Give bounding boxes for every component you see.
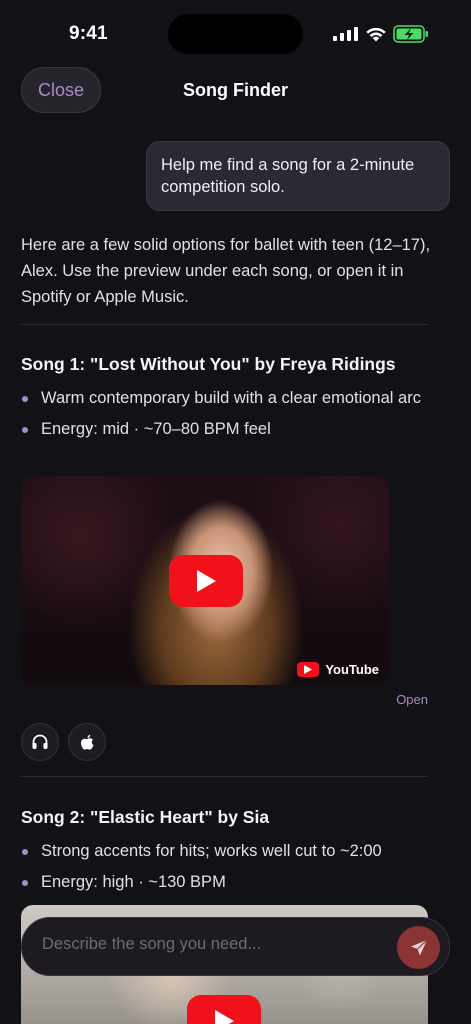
- user-message-bubble: Help me find a song for a 2-minute compe…: [146, 141, 450, 211]
- song-description-input[interactable]: [42, 935, 402, 954]
- send-icon: [410, 939, 427, 955]
- assistant-intro-text: Here are a few solid options for ballet …: [21, 236, 431, 306]
- song-2-details: Strong accents for hits; works well cut …: [21, 839, 421, 901]
- youtube-badge: YouTube: [297, 662, 379, 677]
- status-bar: 9:41: [0, 0, 471, 64]
- youtube-label: YouTube: [325, 662, 379, 677]
- dynamic-island: [168, 14, 303, 54]
- page-title: Song Finder: [183, 80, 288, 100]
- youtube-logo-icon: [297, 662, 320, 677]
- headphones-icon: [32, 734, 48, 749]
- wifi-icon: [366, 27, 386, 42]
- spotify-headphones-button[interactable]: [21, 723, 59, 761]
- apple-music-button[interactable]: [68, 723, 106, 761]
- divider: [21, 776, 428, 777]
- song-2-detail: Strong accents for hits; works well cut …: [21, 839, 421, 864]
- play-button-icon[interactable]: [187, 995, 261, 1024]
- song-1-video-preview[interactable]: YouTube: [21, 476, 389, 685]
- cellular-signal-icon: [333, 27, 358, 41]
- play-button-icon[interactable]: [169, 555, 243, 607]
- song-1-title: Song 1: "Lost Without You" by Freya Ridi…: [21, 354, 396, 374]
- song-2-title: Song 2: "Elastic Heart" by Sia: [21, 807, 270, 827]
- divider: [21, 324, 428, 325]
- send-button[interactable]: [397, 926, 440, 969]
- song-1-detail: Warm contemporary build with a clear emo…: [21, 386, 421, 411]
- open-link[interactable]: Open: [396, 692, 428, 707]
- song-2-detail: Energy: high · ~130 BPM: [21, 870, 421, 895]
- apple-icon: [80, 734, 93, 750]
- status-time: 9:41: [69, 23, 108, 44]
- song-1-details: Warm contemporary build with a clear emo…: [21, 386, 421, 448]
- song-1-detail: Energy: mid · ~70–80 BPM feel: [21, 417, 421, 442]
- message-composer: [21, 917, 450, 976]
- battery-charging-icon: [393, 25, 428, 43]
